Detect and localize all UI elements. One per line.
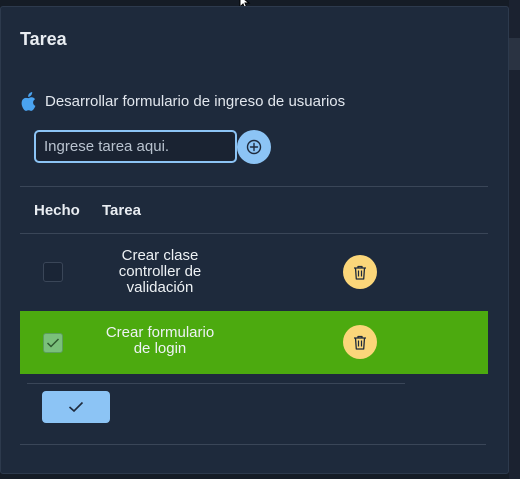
check-icon — [68, 401, 84, 413]
apple-icon — [21, 91, 36, 111]
trash-icon — [354, 335, 366, 350]
project-row: Desarrollar formulario de ingreso de usu… — [21, 89, 345, 113]
divider — [27, 383, 405, 384]
background-window — [509, 0, 520, 479]
table-row: Crear clase controller de validación — [20, 233, 488, 311]
task-text: Crear formulario de login — [105, 324, 215, 357]
done-checkbox-checked[interactable] — [43, 333, 63, 353]
task-text: Crear clase controller de validación — [118, 247, 202, 296]
new-task-input[interactable] — [34, 130, 237, 163]
divider — [20, 186, 488, 187]
done-checkbox[interactable] — [43, 262, 63, 282]
delete-task-button[interactable] — [343, 255, 377, 289]
column-header-done: Hecho — [34, 202, 80, 219]
check-icon — [46, 338, 60, 348]
confirm-button[interactable] — [42, 391, 110, 423]
trash-icon — [354, 265, 366, 280]
plus-circle-icon — [246, 139, 262, 155]
divider — [20, 444, 486, 445]
table-row-completed: Crear formulario de login — [20, 311, 488, 374]
project-name: Desarrollar formulario de ingreso de usu… — [45, 92, 346, 110]
modal-title: Tarea — [20, 29, 67, 49]
add-task-button[interactable] — [237, 130, 271, 164]
background-toolbar-strip — [509, 38, 520, 70]
task-modal: Tarea Desarrollar formulario de ingreso … — [0, 6, 509, 474]
column-header-task: Tarea — [102, 202, 141, 219]
delete-task-button[interactable] — [343, 325, 377, 359]
